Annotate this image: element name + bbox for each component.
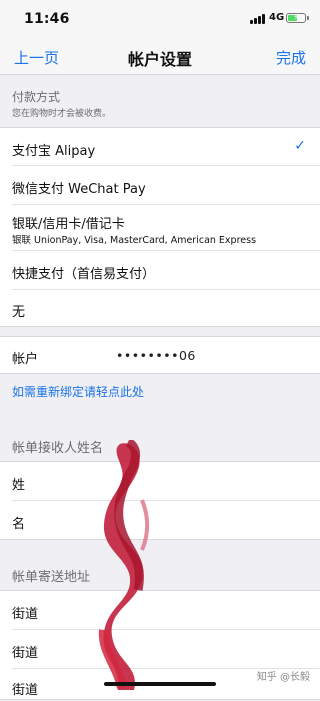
payment-option-none[interactable]: 无 <box>0 290 320 327</box>
account-value: ••••••••06 <box>116 348 196 363</box>
payment-option-wechat[interactable]: 微信支付 WeChat Pay <box>0 166 320 205</box>
option-label: 无 <box>12 305 26 320</box>
payment-option-alipay[interactable]: 支付宝 Alipay ✓ <box>0 128 320 166</box>
option-label: 支付宝 Alipay <box>12 144 96 159</box>
checkmark-icon: ✓ <box>294 138 306 154</box>
payment-section-note: 您在购物时才会被收费。 <box>12 109 112 119</box>
field-label: 街道 <box>12 683 39 698</box>
redaction-scribble <box>98 440 150 690</box>
payment-options-list: 支付宝 Alipay ✓ 微信支付 WeChat Pay 银联/信用卡/借记卡 … <box>0 127 320 327</box>
signal-icon <box>250 14 266 24</box>
home-indicator[interactable] <box>104 682 216 686</box>
status-time: 11:46 <box>24 11 70 27</box>
payment-option-quickpay[interactable]: 快捷支付（首信易支付） <box>0 251 320 290</box>
network-label: 4G <box>269 12 285 23</box>
navigation-bar: 上一页 帐户设置 完成 <box>0 38 320 75</box>
battery-icon: ⚡ <box>286 13 309 23</box>
field-label: 名 <box>12 517 26 532</box>
done-button[interactable]: 完成 <box>276 47 306 68</box>
billing-name-header: 帐单接收人姓名 <box>12 441 104 456</box>
option-label: 银联/信用卡/借记卡 <box>12 217 125 232</box>
account-row[interactable]: 帐户 ••••••••06 <box>0 336 320 374</box>
account-label: 帐户 <box>12 352 39 367</box>
option-label: 微信支付 WeChat Pay <box>12 182 146 197</box>
field-label: 街道 <box>12 646 39 661</box>
payment-section-header: 付款方式 <box>12 90 61 104</box>
rebind-link[interactable]: 如需重新绑定请轻点此处 <box>12 383 144 400</box>
page-title: 帐户设置 <box>127 50 192 69</box>
payment-option-card[interactable]: 银联/信用卡/借记卡 银联 UnionPay, Visa, MasterCard… <box>0 205 320 251</box>
field-label: 姓 <box>12 478 26 493</box>
billing-address-header: 帐单寄送地址 <box>12 570 91 585</box>
field-label: 街道 <box>12 607 39 622</box>
option-sublabel: 银联 UnionPay, Visa, MasterCard, American … <box>12 235 257 246</box>
option-label: 快捷支付（首信易支付） <box>12 267 156 282</box>
watermark: 知乎 @长毅 <box>256 672 310 683</box>
status-bar: 11:46 4G ⚡ <box>0 0 320 38</box>
